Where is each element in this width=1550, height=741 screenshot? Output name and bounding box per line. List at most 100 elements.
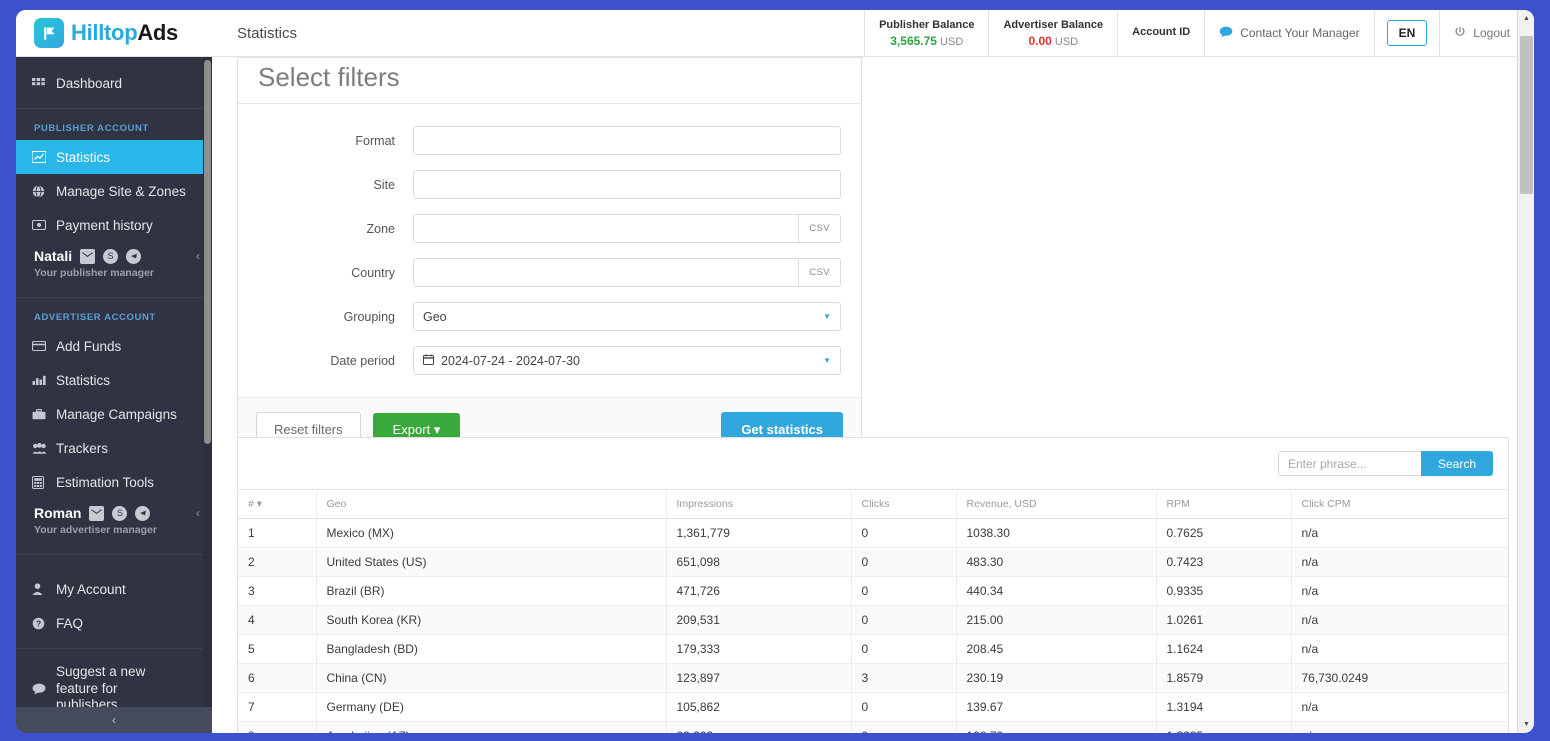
cell-index: 5 <box>238 634 317 664</box>
sidebar-label-faq: FAQ <box>56 615 84 631</box>
grouping-select[interactable]: Geo ▼ <box>413 302 841 331</box>
chevron-down-icon: ▼ <box>823 312 831 321</box>
country-input[interactable] <box>413 258 799 287</box>
sidebar-label-manage-campaigns: Manage Campaigns <box>56 406 177 422</box>
cell-clicks: 0 <box>851 634 957 664</box>
sidebar-item-dashboard[interactable]: Dashboard <box>16 66 212 100</box>
sidebar-item-my-account[interactable]: My Account <box>16 572 212 606</box>
search-button[interactable]: Search <box>1420 451 1493 476</box>
table-row[interactable]: 7 Germany (DE) 105,862 0 139.67 1.3194 n… <box>238 692 1508 722</box>
cell-impressions: 82,202 <box>666 721 852 733</box>
zone-input[interactable] <box>413 214 799 243</box>
email-icon[interactable] <box>89 505 105 521</box>
zone-input-group: CSV <box>413 214 841 243</box>
sidebar-divider-3 <box>16 554 212 555</box>
filter-row-site: Site <box>258 170 841 199</box>
email-icon[interactable] <box>80 248 96 264</box>
column-header-revenue[interactable]: Revenue, USD <box>956 489 1157 519</box>
column-header-click-cpm[interactable]: Click CPM <box>1291 489 1508 519</box>
column-header-geo[interactable]: Geo <box>316 489 667 519</box>
cell-rpm: 1.8579 <box>1156 663 1292 693</box>
page-scrollbar-thumb[interactable] <box>1520 36 1533 194</box>
sidebar-item-add-funds[interactable]: Add Funds <box>16 329 212 363</box>
sidebar-item-estimation-tools[interactable]: Estimation Tools <box>16 465 212 499</box>
date-period-picker[interactable]: 2024-07-24 - 2024-07-30 ▼ <box>413 346 841 375</box>
table-row[interactable]: 6 China (CN) 123,897 3 230.19 1.8579 76,… <box>238 663 1508 693</box>
table-row[interactable]: 8 Azerbaijan (AZ) 82,202 0 108.79 1.3235… <box>238 721 1508 733</box>
country-csv-button[interactable]: CSV <box>799 258 841 287</box>
sidebar-scrollbar-thumb[interactable] <box>204 60 211 444</box>
site-input[interactable] <box>413 170 841 199</box>
user-icon <box>32 583 56 595</box>
logout-button[interactable]: Logout <box>1439 10 1524 56</box>
sidebar-item-trackers[interactable]: Trackers <box>16 431 212 465</box>
sidebar-item-advertiser-statistics[interactable]: Statistics <box>16 363 212 397</box>
column-header-index[interactable]: # ▾ <box>238 489 317 519</box>
sidebar-collapse-button[interactable]: ‹ <box>16 707 212 733</box>
cell-revenue: 1038.30 <box>956 518 1157 548</box>
date-period-value: 2024-07-24 - 2024-07-30 <box>441 353 580 368</box>
sidebar-item-publisher-statistics[interactable]: Statistics <box>16 140 212 174</box>
skype-icon[interactable]: S <box>103 248 119 264</box>
publisher-manager-row: Natali S ‹ <box>34 248 200 264</box>
sidebar-item-faq[interactable]: ? FAQ <box>16 606 212 640</box>
sidebar-item-payment-history[interactable]: Payment history <box>16 208 212 242</box>
table-row[interactable]: 3 Brazil (BR) 471,726 0 440.34 0.9335 n/… <box>238 576 1508 606</box>
publisher-manager-name: Natali <box>34 248 73 264</box>
page-scrollbar[interactable]: ▲ ▼ <box>1517 10 1534 733</box>
sidebar-gap-2 <box>16 563 212 572</box>
format-input[interactable] <box>413 126 841 155</box>
money-icon <box>32 220 56 230</box>
search-input[interactable] <box>1277 451 1421 476</box>
filter-label-format: Format <box>355 133 395 148</box>
contact-manager-button[interactable]: Contact Your Manager <box>1204 10 1373 56</box>
table-row[interactable]: 5 Bangladesh (BD) 179,333 0 208.45 1.162… <box>238 634 1508 664</box>
scroll-down-arrow-icon[interactable]: ▼ <box>1518 716 1534 733</box>
cell-clicks: 0 <box>851 721 957 733</box>
cell-click-cpm: 76,730.0249 <box>1291 663 1508 693</box>
publisher-balance-cell[interactable]: Publisher Balance 3,565.75 USD <box>864 10 988 56</box>
telegram-icon[interactable] <box>126 248 142 264</box>
advertiser-balance-currency: USD <box>1054 35 1079 48</box>
sidebar-label-add-funds: Add Funds <box>56 338 122 354</box>
sidebar-label-payment-history: Payment history <box>56 217 153 233</box>
cell-index: 1 <box>238 518 317 548</box>
results-toolbar: Search <box>238 438 1508 489</box>
cell-click-cpm: n/a <box>1291 547 1508 577</box>
advertiser-manager-chevron-icon[interactable]: ‹ <box>196 506 200 520</box>
caret-down-icon: ▾ <box>433 421 441 437</box>
sidebar-label-my-account: My Account <box>56 581 126 597</box>
account-id-cell[interactable]: Account ID <box>1117 10 1204 56</box>
statistics-table-body: 1 Mexico (MX) 1,361,779 0 1038.30 0.7625… <box>238 518 1508 733</box>
column-header-clicks[interactable]: Clicks <box>851 489 957 519</box>
question-circle-icon: ? <box>32 617 56 630</box>
cell-rpm: 0.7423 <box>1156 547 1292 577</box>
sidebar-item-suggest-feature[interactable]: Suggest a new feature for publishers <box>16 664 212 712</box>
sidebar-item-manage-campaigns[interactable]: Manage Campaigns <box>16 397 212 431</box>
cell-revenue: 108.79 <box>956 721 1157 733</box>
page-viewport: HilltopAds Statistics Publisher Balance … <box>16 10 1534 733</box>
skype-icon[interactable]: S <box>112 505 128 521</box>
cell-geo: Brazil (BR) <box>316 576 667 606</box>
table-row[interactable]: 2 United States (US) 651,098 0 483.30 0.… <box>238 547 1508 577</box>
column-header-impressions[interactable]: Impressions <box>666 489 852 519</box>
svg-text:?: ? <box>36 618 41 628</box>
language-switcher[interactable]: EN <box>1373 10 1440 56</box>
grouping-select-value: Geo <box>423 309 447 324</box>
column-header-rpm[interactable]: RPM <box>1156 489 1292 519</box>
sidebar-item-manage-site-zones[interactable]: Manage Site & Zones <box>16 174 212 208</box>
telegram-icon[interactable] <box>135 505 151 521</box>
advertiser-balance-cell[interactable]: Advertiser Balance 0.00 USD <box>988 10 1117 56</box>
filter-row-zone: Zone CSV <box>258 214 841 243</box>
calculator-icon <box>32 475 56 489</box>
table-row[interactable]: 1 Mexico (MX) 1,361,779 0 1038.30 0.7625… <box>238 518 1508 548</box>
brand-logo[interactable]: HilltopAds <box>16 10 212 56</box>
cell-revenue: 139.67 <box>956 692 1157 722</box>
table-row[interactable]: 4 South Korea (KR) 209,531 0 215.00 1.02… <box>238 605 1508 635</box>
cell-rpm: 0.9335 <box>1156 576 1292 606</box>
sidebar-scrollbar-track[interactable] <box>203 57 212 733</box>
scroll-up-arrow-icon[interactable]: ▲ <box>1518 10 1534 27</box>
zone-csv-button[interactable]: CSV <box>799 214 841 243</box>
publisher-manager-chevron-icon[interactable]: ‹ <box>196 249 200 263</box>
filter-label-date-period: Date period <box>330 353 395 368</box>
